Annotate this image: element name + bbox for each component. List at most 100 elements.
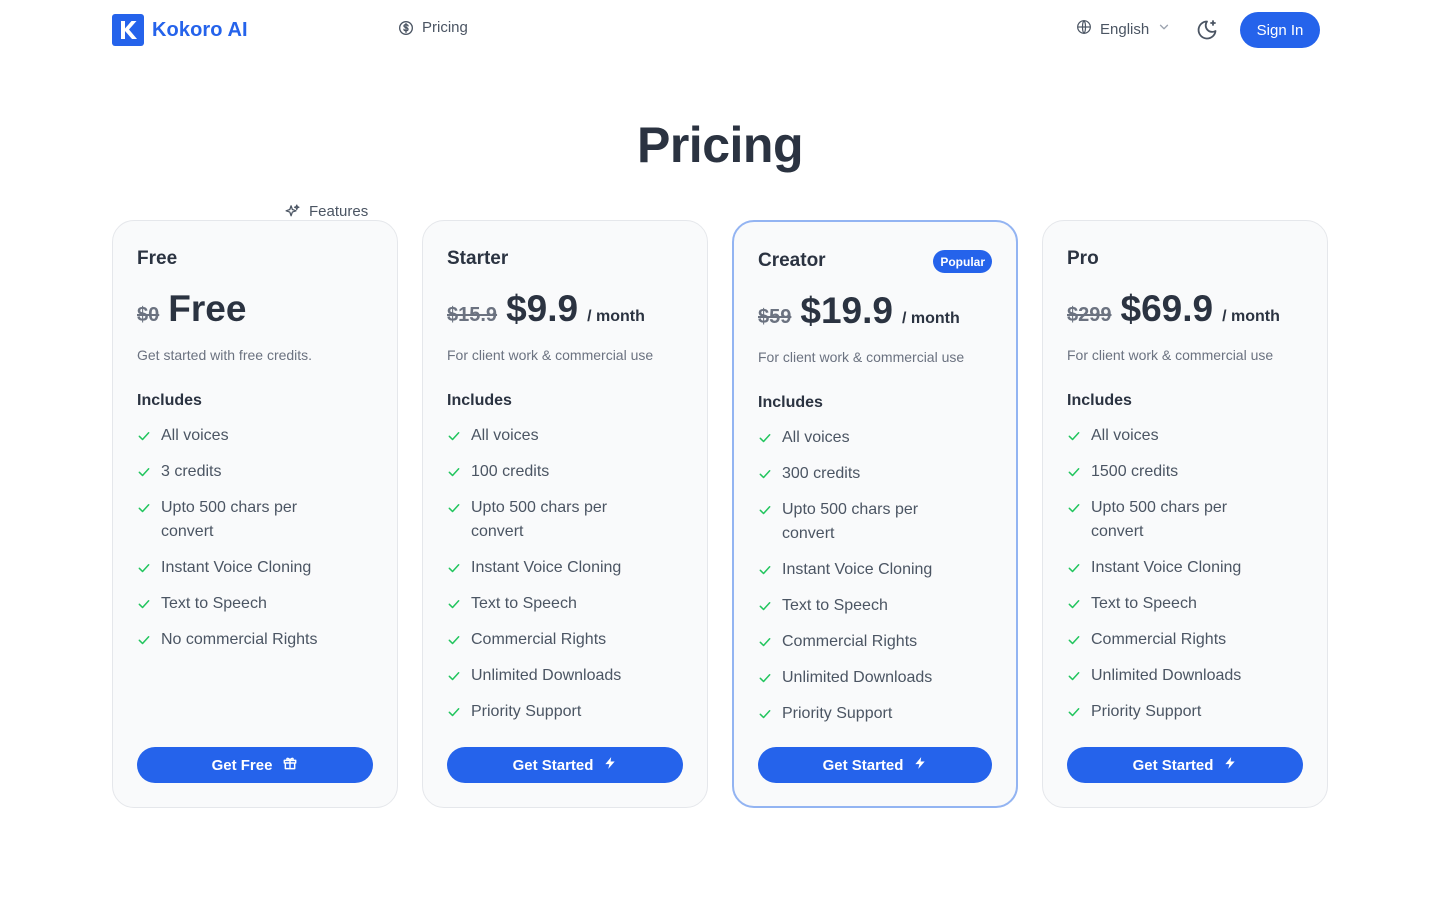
plan-name: Free: [137, 248, 178, 269]
feature-item: 300 credits: [758, 462, 992, 486]
current-price: Free: [168, 288, 247, 329]
check-icon: [447, 664, 471, 688]
feature-text: Instant Voice Cloning: [161, 559, 312, 576]
check-icon: [137, 424, 161, 448]
cta-label: Get Started: [822, 756, 904, 774]
feature-item: Commercial Rights: [1067, 628, 1303, 652]
brand-name: Kokoro AI: [152, 18, 248, 41]
nav-link-features[interactable]: Features: [284, 203, 1440, 220]
check-icon: [1067, 424, 1091, 448]
plan-description: For client work & commercial use: [1067, 347, 1274, 363]
bolt-icon: [603, 755, 617, 775]
check-icon: [1067, 628, 1091, 652]
plan-name: Starter: [447, 248, 509, 269]
top-navbar: Kokoro AI Features Pricing English Sign …: [0, 0, 1440, 220]
feature-item: Priority Support: [758, 702, 992, 726]
original-price: $15.9: [447, 304, 498, 326]
feature-item: Instant Voice Cloning: [758, 558, 992, 582]
language-label: English: [1100, 20, 1150, 38]
current-price: $19.9: [800, 290, 893, 331]
feature-text: No commercial Rights: [161, 631, 318, 648]
feature-text: All voices: [161, 427, 229, 444]
feature-item: All voices: [447, 424, 683, 448]
feature-list: All voices 100 credits Upto 500 chars pe…: [447, 424, 683, 736]
check-icon: [1067, 460, 1091, 484]
feature-item: Instant Voice Cloning: [1067, 556, 1303, 580]
price-row: $15.9 $9.9 / month: [447, 288, 645, 330]
check-icon: [1067, 556, 1091, 580]
check-icon: [758, 426, 782, 450]
feature-list: All voices 1500 credits Upto 500 chars p…: [1067, 424, 1303, 736]
feature-item: Upto 500 chars per convert: [1067, 496, 1303, 544]
check-icon: [758, 594, 782, 618]
feature-text: Unlimited Downloads: [782, 669, 933, 686]
feature-text: Unlimited Downloads: [1091, 667, 1242, 684]
get-started-button[interactable]: Get Started: [447, 747, 683, 783]
feature-text: Priority Support: [782, 705, 893, 722]
feature-item: Upto 500 chars per convert: [758, 498, 992, 546]
check-icon: [447, 592, 471, 616]
theme-toggle-button[interactable]: [1195, 18, 1219, 42]
original-price: $0: [137, 304, 160, 326]
brand-logo-icon: [112, 14, 144, 46]
feature-item: Commercial Rights: [447, 628, 683, 652]
check-icon: [137, 628, 161, 652]
feature-item: 100 credits: [447, 460, 683, 484]
original-price: $59: [758, 306, 792, 328]
check-icon: [137, 460, 161, 484]
gift-icon: [282, 755, 298, 775]
price-row: $0 Free: [137, 288, 246, 330]
includes-heading: Includes: [758, 394, 823, 411]
sign-in-button[interactable]: Sign In: [1240, 12, 1320, 48]
nav-link-pricing[interactable]: Pricing: [398, 19, 468, 36]
page-title: Pricing: [637, 117, 803, 173]
moon-sparkle-icon: [1195, 20, 1219, 46]
sparkles-icon: [284, 203, 301, 220]
feature-text: 300 credits: [782, 465, 861, 482]
feature-text: Text to Speech: [782, 597, 888, 614]
language-selector[interactable]: English: [1076, 19, 1171, 39]
feature-item: Instant Voice Cloning: [137, 556, 373, 580]
check-icon: [1067, 664, 1091, 688]
get-started-button[interactable]: Get Started: [1067, 747, 1303, 783]
check-icon: [447, 700, 471, 724]
billing-period: / month: [587, 308, 645, 325]
plan-card-starter: Starter $15.9 $9.9 / month For client wo…: [422, 220, 708, 808]
get-started-button[interactable]: Get Started: [758, 747, 992, 783]
plan-name: Pro: [1067, 248, 1099, 269]
brand-logo-link[interactable]: Kokoro AI: [112, 14, 248, 46]
bolt-icon: [1223, 755, 1237, 775]
check-icon: [758, 462, 782, 486]
get-free-button[interactable]: Get Free: [137, 747, 373, 783]
feature-item: Commercial Rights: [758, 630, 992, 654]
check-icon: [447, 460, 471, 484]
check-icon: [1067, 592, 1091, 616]
price-row: $299 $69.9 / month: [1067, 288, 1280, 330]
feature-item: Unlimited Downloads: [1067, 664, 1303, 688]
feature-item: Unlimited Downloads: [758, 666, 992, 690]
check-icon: [1067, 700, 1091, 724]
feature-item: Unlimited Downloads: [447, 664, 683, 688]
check-icon: [447, 628, 471, 652]
feature-list: All voices 300 credits Upto 500 chars pe…: [758, 426, 992, 738]
feature-item: 1500 credits: [1067, 460, 1303, 484]
includes-heading: Includes: [1067, 392, 1132, 409]
check-icon: [447, 496, 471, 520]
feature-text: Instant Voice Cloning: [1091, 559, 1242, 576]
includes-heading: Includes: [447, 392, 512, 409]
includes-heading: Includes: [137, 392, 202, 409]
feature-text: Priority Support: [1091, 703, 1202, 720]
feature-text: Instant Voice Cloning: [471, 559, 622, 576]
cta-label: Get Started: [1132, 756, 1214, 774]
feature-text: Instant Voice Cloning: [782, 561, 933, 578]
current-price: $9.9: [506, 288, 579, 329]
feature-item: 3 credits: [137, 460, 373, 484]
cta-label: Get Started: [512, 756, 594, 774]
check-icon: [758, 630, 782, 654]
feature-item: Priority Support: [1067, 700, 1303, 724]
plan-description: For client work & commercial use: [447, 347, 654, 363]
plan-description: For client work & commercial use: [758, 349, 965, 365]
check-icon: [758, 558, 782, 582]
feature-item: Priority Support: [447, 700, 683, 724]
feature-item: All voices: [758, 426, 992, 450]
